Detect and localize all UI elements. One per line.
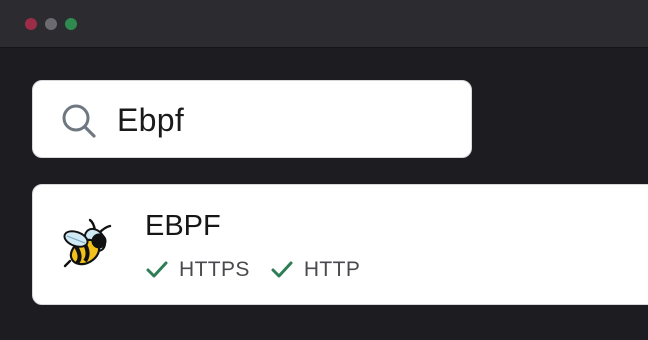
search-query: Ebpf bbox=[117, 102, 185, 138]
bee-icon bbox=[63, 218, 112, 268]
minimize-window-button[interactable] bbox=[45, 18, 57, 30]
window-titlebar bbox=[0, 0, 648, 48]
tag-https: HTTPS bbox=[145, 257, 250, 283]
close-window-button[interactable] bbox=[25, 18, 37, 30]
tag-label: HTTP bbox=[303, 258, 361, 281]
result-tags: HTTPS HTTP bbox=[145, 257, 380, 283]
result-title: EBPF bbox=[145, 210, 221, 242]
check-icon bbox=[271, 261, 293, 278]
search-icon bbox=[62, 104, 96, 138]
search-input[interactable]: Ebpf bbox=[32, 80, 472, 158]
tag-label: HTTPS bbox=[179, 258, 250, 281]
search-result-item[interactable]: EBPF HTTPS HTTP bbox=[32, 184, 648, 305]
tag-http: HTTP bbox=[270, 257, 360, 283]
check-icon bbox=[146, 261, 168, 278]
zoom-window-button[interactable] bbox=[65, 18, 77, 30]
